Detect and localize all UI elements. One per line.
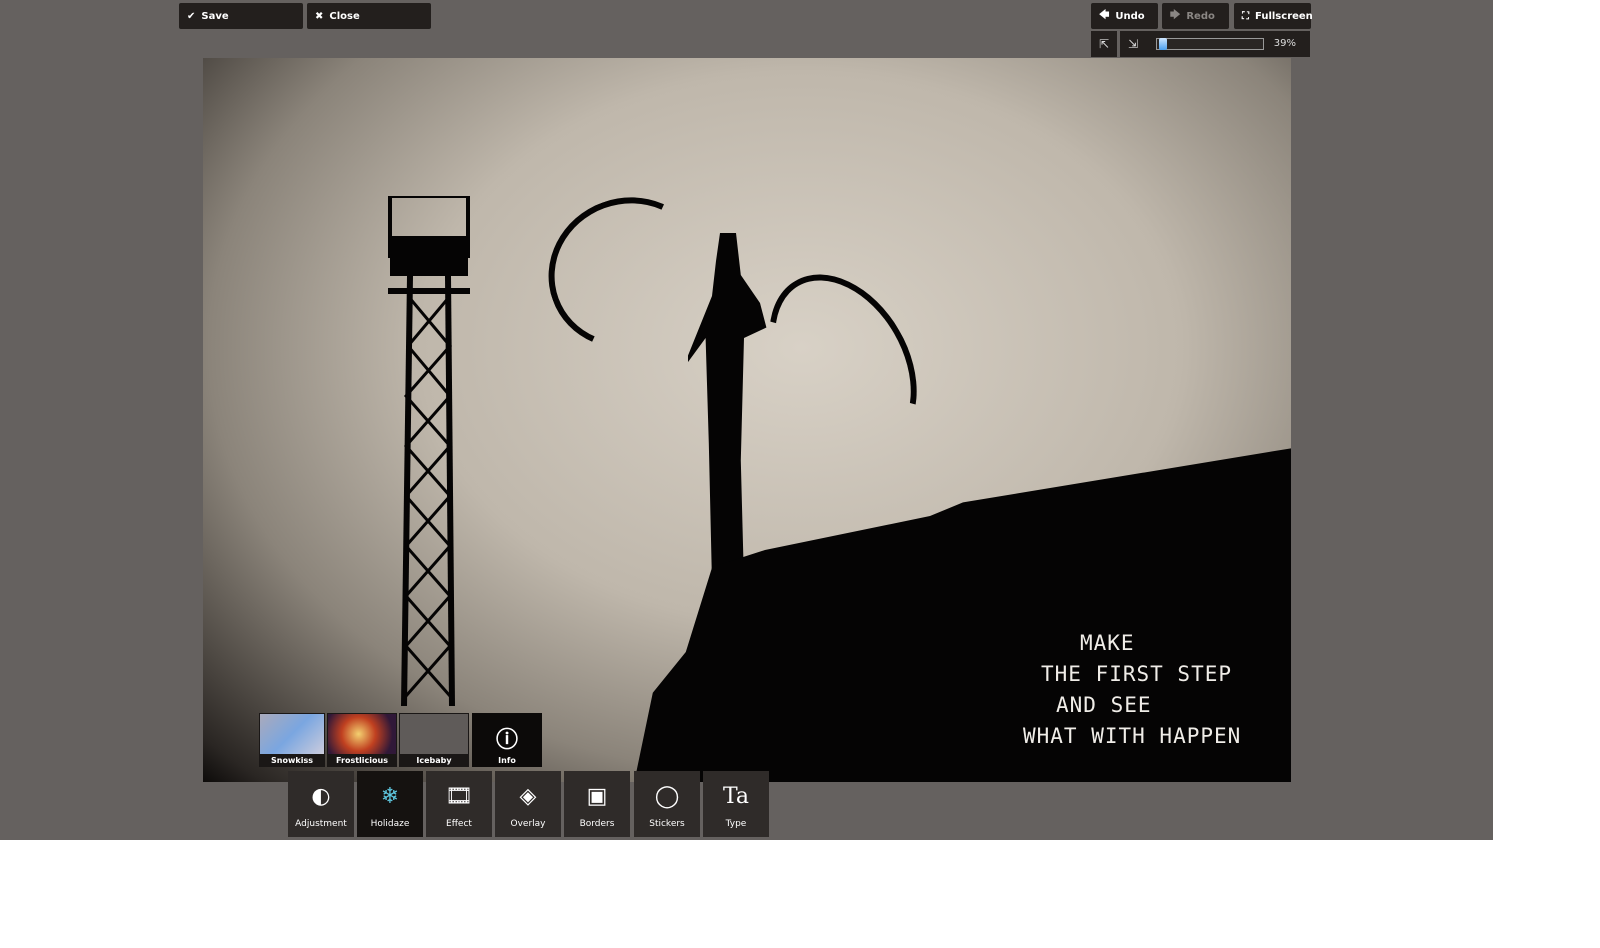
- close-button[interactable]: ✖ Close: [307, 3, 431, 29]
- zoom-control: 39%: [1146, 31, 1310, 57]
- layers-icon: ◈: [519, 783, 537, 809]
- undo-button[interactable]: 🡄 Undo: [1091, 3, 1158, 29]
- sticker-icon: ◯: [654, 783, 680, 809]
- preset-thumbnail: [400, 714, 468, 754]
- tool-holidaze[interactable]: ❄ Holidaze: [357, 771, 423, 837]
- tool-overlay[interactable]: ◈ Overlay: [495, 771, 561, 837]
- check-icon: ✔: [187, 10, 196, 22]
- zoom-slider-handle[interactable]: [1158, 38, 1167, 50]
- tool-borders[interactable]: ▣ Borders: [564, 771, 630, 837]
- preset-frostlicious[interactable]: Frostlicious: [327, 713, 397, 767]
- type-icon: Ta: [722, 783, 750, 809]
- film-icon: 🎞: [445, 783, 473, 809]
- fullscreen-icon: ⛶: [1242, 10, 1249, 22]
- zoom-value: 39%: [1273, 38, 1296, 49]
- save-button[interactable]: ✔ Save: [179, 3, 303, 29]
- preset-snowkiss[interactable]: Snowkiss: [259, 713, 325, 767]
- zoom-fit-button[interactable]: ⇱: [1091, 31, 1117, 57]
- expand-icon: ⇱: [1098, 37, 1110, 51]
- preset-thumbnail: [328, 714, 396, 754]
- tool-adjustment[interactable]: ◐ Adjustment: [288, 771, 354, 837]
- redo-button[interactable]: 🡆 Redo: [1162, 3, 1229, 29]
- preset-thumbnail: [260, 714, 324, 754]
- close-icon: ✖: [315, 10, 324, 22]
- zoom-actual-button[interactable]: ⇲: [1120, 31, 1146, 57]
- tool-type[interactable]: Ta Type: [703, 771, 769, 837]
- preset-icebaby[interactable]: Icebaby: [399, 713, 469, 767]
- floodlight-tower: [388, 196, 470, 707]
- shrink-icon: ⇲: [1127, 37, 1139, 51]
- quote-text: MAKE THE FIRST STEP AND SEE WHAT WITH HA…: [1023, 631, 1242, 748]
- snowflake-icon: ❄: [380, 783, 400, 809]
- toggle-icon: ◐: [311, 783, 331, 809]
- fullscreen-button[interactable]: ⛶ Fullscreen: [1234, 3, 1313, 29]
- info-button[interactable]: ⓘ Info: [472, 713, 542, 767]
- arrow-right-icon: 🡆: [1170, 9, 1181, 21]
- tool-stickers[interactable]: ◯ Stickers: [634, 771, 700, 837]
- photo-canvas[interactable]: MAKE THE FIRST STEP AND SEE WHAT WITH HA…: [203, 58, 1291, 782]
- tool-effect[interactable]: 🎞 Effect: [426, 771, 492, 837]
- wing-right: [739, 248, 947, 478]
- info-icon: ⓘ: [495, 728, 518, 753]
- arrow-left-icon: 🡄: [1099, 9, 1110, 21]
- border-frame-icon: ▣: [586, 783, 608, 809]
- zoom-slider[interactable]: [1156, 38, 1264, 50]
- photo-editor: ✔ Save ✖ Close 🡄 Undo 🡆 Redo ⛶ Fullscreen ⇱ ⇲…: [0, 0, 1493, 840]
